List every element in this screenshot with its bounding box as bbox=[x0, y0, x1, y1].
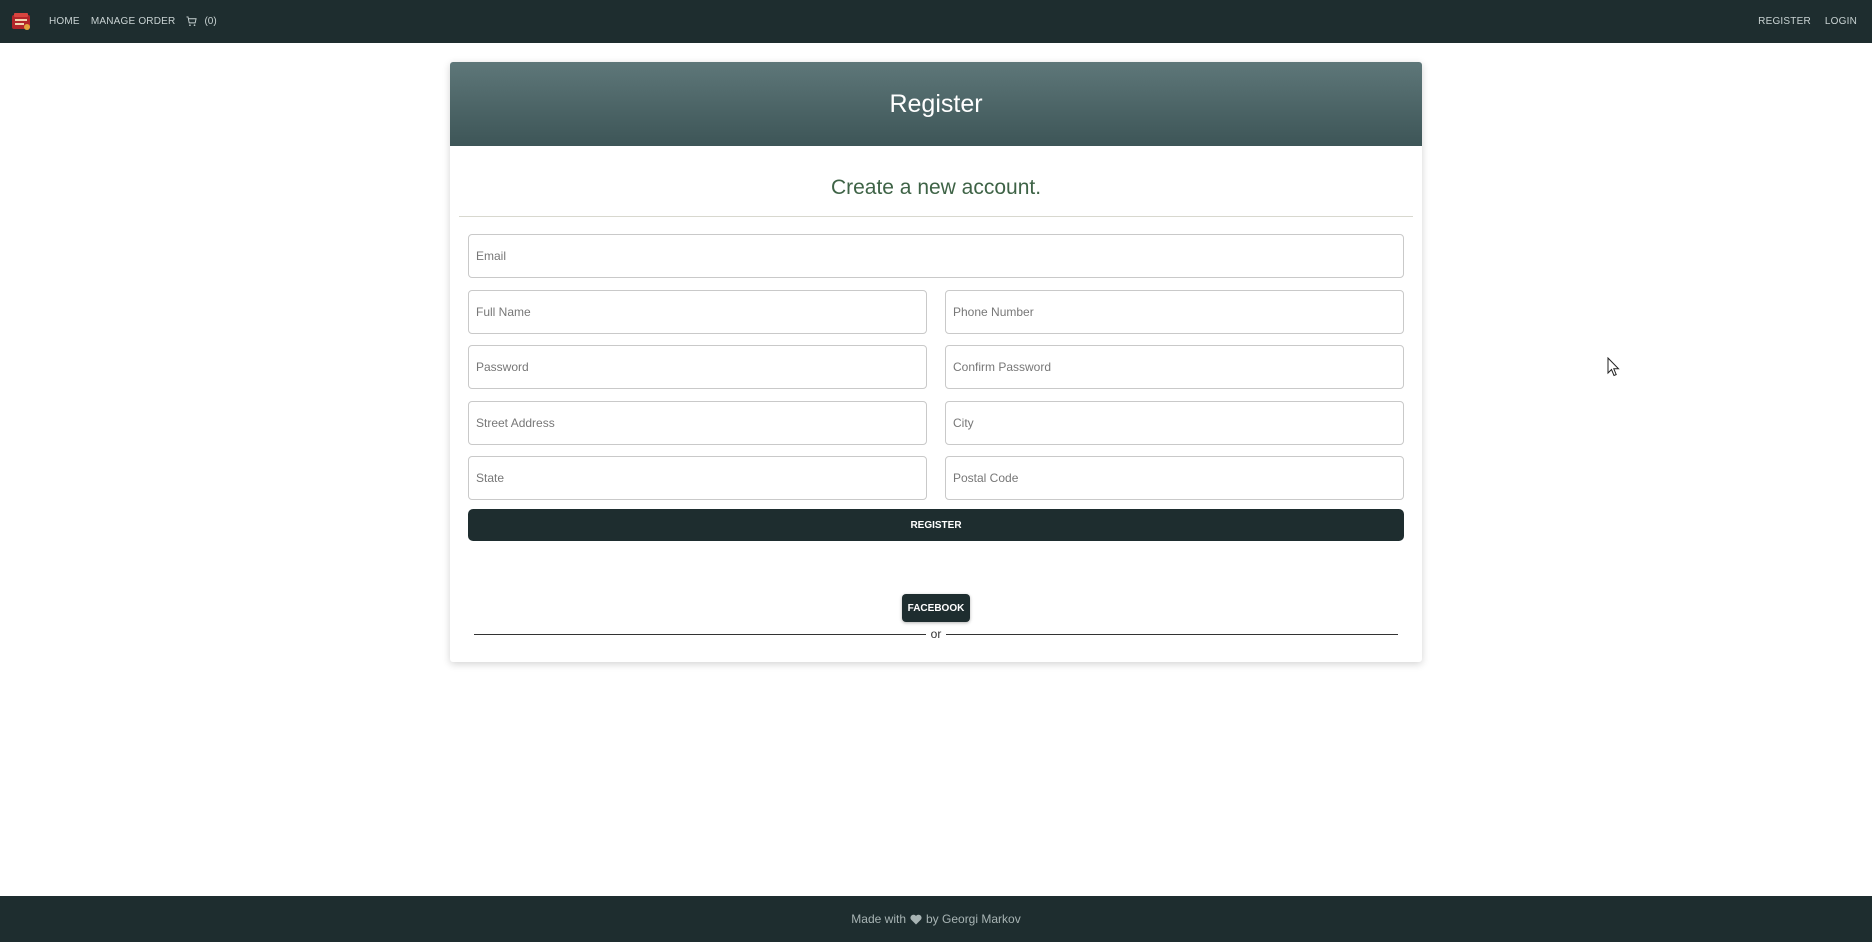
cart-count: (0) bbox=[204, 16, 217, 27]
cart-icon bbox=[186, 16, 198, 26]
password-field[interactable] bbox=[468, 345, 927, 389]
facebook-login-button[interactable]: FACEBOOK bbox=[902, 594, 970, 622]
or-line-right bbox=[946, 634, 1398, 635]
page-title: Register bbox=[889, 89, 983, 118]
full-name-field[interactable] bbox=[468, 290, 927, 334]
footer-author: by Georgi Markov bbox=[926, 912, 1021, 926]
nav-cart-link[interactable]: (0) bbox=[186, 16, 217, 27]
top-navbar: HOME MANAGE ORDER (0) REGISTER LOGIN bbox=[0, 0, 1872, 43]
state-field[interactable] bbox=[468, 456, 927, 500]
nav-login-link[interactable]: LOGIN bbox=[1825, 16, 1857, 27]
heart-icon bbox=[910, 914, 922, 924]
mouse-cursor-icon bbox=[1607, 357, 1620, 377]
city-field[interactable] bbox=[945, 401, 1404, 445]
street-address-field[interactable] bbox=[468, 401, 927, 445]
card-header: Register bbox=[450, 62, 1422, 146]
card-subtitle: Create a new account. bbox=[830, 176, 1042, 199]
footer-made-with: Made with bbox=[851, 912, 906, 926]
email-field[interactable] bbox=[468, 234, 1404, 278]
nav-right-links: REGISTER LOGIN bbox=[1758, 0, 1857, 43]
nav-register-link[interactable]: REGISTER bbox=[1758, 16, 1811, 27]
page-footer: Made with by Georgi Markov bbox=[0, 896, 1872, 942]
or-separator: or bbox=[474, 626, 1398, 642]
register-card: Register Create a new account. REGISTER … bbox=[450, 62, 1422, 662]
nav-left-links: HOME MANAGE ORDER (0) bbox=[49, 0, 217, 43]
confirm-password-field[interactable] bbox=[945, 345, 1404, 389]
subtitle-divider bbox=[459, 216, 1413, 217]
book-logo-icon[interactable] bbox=[9, 9, 33, 33]
phone-number-field[interactable] bbox=[945, 290, 1404, 334]
register-button[interactable]: REGISTER bbox=[468, 509, 1404, 541]
nav-manage-order-link[interactable]: MANAGE ORDER bbox=[91, 16, 176, 27]
nav-home-link[interactable]: HOME bbox=[49, 16, 80, 27]
postal-code-field[interactable] bbox=[945, 456, 1404, 500]
